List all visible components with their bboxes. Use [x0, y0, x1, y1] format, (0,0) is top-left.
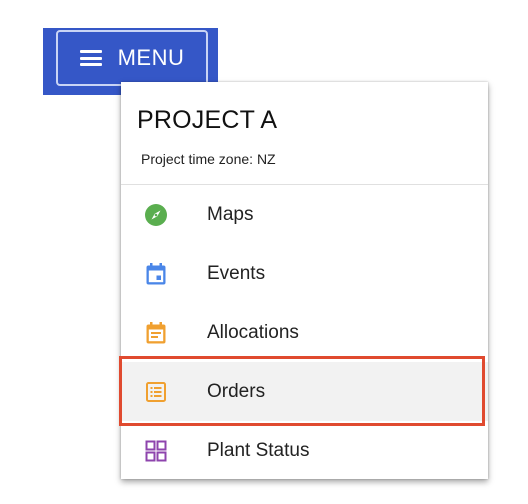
menu-item-label: Maps: [207, 203, 254, 225]
menu-item-allocations[interactable]: Allocations: [121, 303, 488, 362]
menu-item-label: Orders: [207, 380, 266, 402]
list-icon: [143, 379, 169, 405]
hamburger-icon: [79, 50, 102, 66]
menu-item-label: Allocations: [207, 321, 299, 343]
calendar-icon: [143, 261, 169, 287]
menu-item-plant-status[interactable]: Plant Status: [121, 421, 488, 480]
menu-dropdown: PROJECT A Project time zone: NZ Maps Eve…: [121, 82, 488, 479]
menu-item-maps[interactable]: Maps: [121, 185, 488, 244]
project-time-zone: Project time zone: NZ: [141, 151, 276, 167]
project-title: PROJECT A: [137, 106, 278, 134]
project-header: PROJECT A Project time zone: NZ: [121, 82, 488, 185]
page: MENU PROJECT A Project time zone: NZ Map…: [0, 0, 528, 504]
menu-item-orders[interactable]: Orders: [121, 362, 488, 421]
grid-icon: [143, 438, 169, 464]
menu-list: Maps Events Allocations Orders Plant Sta…: [121, 185, 488, 480]
menu-item-label: Plant Status: [207, 439, 310, 461]
menu-button-label: MENU: [117, 45, 185, 70]
menu-button[interactable]: MENU: [56, 30, 208, 86]
compass-icon: [143, 202, 169, 228]
menu-item-label: Events: [207, 262, 266, 284]
menu-item-events[interactable]: Events: [121, 244, 488, 303]
calendar-list-icon: [143, 320, 169, 346]
